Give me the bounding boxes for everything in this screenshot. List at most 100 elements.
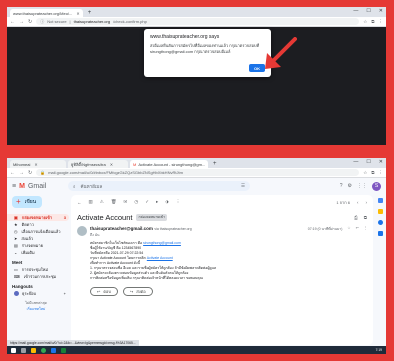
more-icon[interactable]: ⋮ <box>176 199 181 205</box>
more-icon[interactable]: ⋮ <box>364 226 368 232</box>
search-icon[interactable] <box>21 347 26 353</box>
excel-icon[interactable] <box>61 347 66 353</box>
sidebar-item-inbox[interactable]: ▣ กล่องจดหมายเข้า 3 <box>7 214 69 221</box>
reload-icon[interactable]: ↻ <box>28 19 32 25</box>
sidebar-item-starred[interactable]: ★ ติดดาว <box>7 221 69 228</box>
user-avatar-icon <box>14 291 19 296</box>
page-counter: 1 จาก 6 <box>336 199 350 205</box>
info-icon[interactable]: ⓘ <box>40 19 44 25</box>
archive-icon[interactable]: ▥ <box>89 199 93 205</box>
chrome-icon[interactable] <box>41 347 46 353</box>
tasks-icon[interactable] <box>378 220 383 225</box>
close-window-icon[interactable]: ✕ <box>379 159 383 165</box>
forward-icon[interactable]: → <box>19 170 24 176</box>
search-input[interactable]: ค้นหาอีเมล <box>81 183 103 190</box>
menu-icon[interactable]: ⋮ <box>379 19 384 25</box>
compose-button[interactable]: + เขียน <box>12 196 42 208</box>
sidebar: + เขียน ▣ กล่องจดหมายเข้า 3 ★ ติดดาว ◷ เ… <box>7 194 69 344</box>
browser-tab[interactable]: M Activate Account - sirungthong@gm... ✕ <box>130 160 208 168</box>
star-icon[interactable]: ☆ <box>363 19 367 25</box>
add-task-icon[interactable]: ✓ <box>145 199 149 205</box>
contacts-icon[interactable] <box>378 231 383 236</box>
browser-window-confirm: www.thaisuprateacher.org/Meo/... ✕ + — ☐… <box>7 7 386 145</box>
open-new-window-icon[interactable]: ⧉ <box>364 215 367 220</box>
browser-tab[interactable]: www.thaisuprateacher.org/Meo/... ✕ <box>10 9 83 17</box>
extensions-icon[interactable]: ⧉ <box>371 19 374 25</box>
next-icon[interactable]: › <box>366 200 368 205</box>
forward-button[interactable]: ↪ ส่งต่อ <box>122 287 153 296</box>
recipient[interactable]: ถึง ฉัน <box>90 232 192 238</box>
address-bar-row: ← → ↻ ⓘ Not secure | thaisuprateacher.or… <box>7 17 386 27</box>
add-icon[interactable]: + <box>64 291 69 296</box>
move-icon[interactable]: ▸ <box>156 199 158 205</box>
calendar-icon[interactable] <box>378 198 383 203</box>
label-icon[interactable]: ⬗ <box>165 199 168 205</box>
file-explorer-icon[interactable] <box>31 347 36 353</box>
dialog-message: ส่งอีเมลยืนยันการสมัครไปที่อีเมลของท่านแ… <box>150 43 260 54</box>
sidebar-item-drafts[interactable]: ▤ ร่างจดหมาย <box>7 242 69 249</box>
report-spam-icon[interactable]: ⚠ <box>100 199 104 205</box>
hangouts-user[interactable]: ธุระจ๊อบ + <box>7 290 69 297</box>
activate-link[interactable]: Activate Account <box>147 256 173 260</box>
email-actions: ↩ ตอบ ↪ ส่งต่อ <box>77 287 367 296</box>
close-icon[interactable]: ✕ <box>110 162 113 167</box>
meet-new-meeting[interactable]: ▭ การประชุมใหม่ <box>7 266 69 273</box>
email-body: สมัครสมาชิกในเว็บไซต์ของเรา คือ sirungth… <box>77 241 367 281</box>
browser-tab[interactable]: ยูทิลิตี้/Ngfmsecs/tra ✕ <box>68 160 128 168</box>
filter-icon[interactable]: ☰ <box>241 183 245 189</box>
url-path: /check-confirm.php <box>113 19 147 24</box>
back-icon[interactable]: ← <box>10 170 15 176</box>
address-bar[interactable]: 🔒 mail.google.com/mail/u/0/#inbox/FMfcgz… <box>36 169 360 176</box>
avatar[interactable]: S <box>372 181 381 191</box>
reply-button[interactable]: ↩ ตอบ <box>90 287 118 296</box>
star-icon[interactable]: ☆ <box>347 226 350 232</box>
new-tab-icon[interactable]: + <box>85 9 95 17</box>
draft-icon: ▤ <box>14 243 18 248</box>
extensions-icon[interactable]: ⧉ <box>371 170 374 176</box>
keep-icon[interactable] <box>378 209 383 214</box>
start-chat-link[interactable]: เริ่มแชทใหม่ <box>7 306 65 312</box>
star-icon[interactable]: ☆ <box>363 170 367 176</box>
email-time-area: 07:19 (0 นาทีที่ผ่านมา) ☆ ↩ ⋮ <box>308 226 367 232</box>
sidebar-item-snoozed[interactable]: ◷ เลื่อนการแจ้งเตือนแล้ว <box>7 228 69 235</box>
toolbar-icons: ☆ ⧉ ⋮ <box>363 170 383 176</box>
email-link[interactable]: sirungthong@gmail.com <box>143 241 181 245</box>
print-icon[interactable]: ⎙ <box>354 215 358 220</box>
word-icon[interactable] <box>51 347 56 353</box>
maximize-icon[interactable]: ☐ <box>366 159 370 165</box>
sidebar-item-sent[interactable]: ➤ ส่งแล้ว <box>7 235 69 242</box>
help-icon[interactable]: ? <box>340 183 343 189</box>
settings-icon[interactable]: ⚙ <box>348 183 352 189</box>
menu-icon[interactable]: ⋮ <box>379 170 384 176</box>
maximize-icon[interactable]: ☐ <box>366 8 370 14</box>
mark-unread-icon[interactable]: ✉ <box>124 199 128 205</box>
reload-icon[interactable]: ↻ <box>28 170 32 176</box>
new-tab-icon[interactable]: + <box>210 160 220 168</box>
start-icon[interactable] <box>11 347 16 353</box>
minimize-icon[interactable]: — <box>353 8 358 14</box>
close-icon[interactable]: ✕ <box>34 162 37 167</box>
snooze-icon[interactable]: ◷ <box>134 199 138 205</box>
sidebar-item-label: ร่างจดหมาย <box>21 243 43 248</box>
back-to-inbox-icon[interactable]: ← <box>77 200 82 205</box>
prev-icon[interactable]: ‹ <box>357 200 359 205</box>
plus-icon: + <box>16 197 21 206</box>
meet-join-meeting[interactable]: ⌨ เข้าร่วมการประชุม <box>7 273 69 280</box>
sidebar-item-more[interactable]: ⌄ เพิ่มเติม <box>7 249 69 256</box>
address-bar[interactable]: ⓘ Not secure | thaisuprateacher.org/chec… <box>36 18 360 25</box>
close-icon[interactable]: ✕ <box>76 11 79 16</box>
minimize-icon[interactable]: — <box>353 159 358 165</box>
reply-icon[interactable]: ↩ <box>356 226 359 232</box>
delete-icon[interactable]: 🗑 <box>111 199 117 205</box>
browser-tab[interactable]: Mihomeai ✕ <box>10 160 66 168</box>
gmail-logo[interactable]: ≡ M Gmail <box>12 183 68 190</box>
search-bar[interactable]: ⌕ ค้นหาอีเมล ☰ <box>68 181 250 191</box>
inbox-label-chip[interactable]: กล่องจดหมายเข้า <box>136 213 168 221</box>
search-icon[interactable]: ⌕ <box>73 184 76 189</box>
apps-icon[interactable]: ⋮⋮ <box>357 183 367 189</box>
back-icon[interactable]: ← <box>10 19 15 25</box>
forward-icon[interactable]: → <box>19 19 24 25</box>
browser-window-gmail: Mihomeai ✕ ยูทิลิตี้/Ngfmsecs/tra ✕ M Ac… <box>7 158 386 354</box>
hamburger-icon[interactable]: ≡ <box>12 183 16 190</box>
close-window-icon[interactable]: ✕ <box>379 8 383 14</box>
